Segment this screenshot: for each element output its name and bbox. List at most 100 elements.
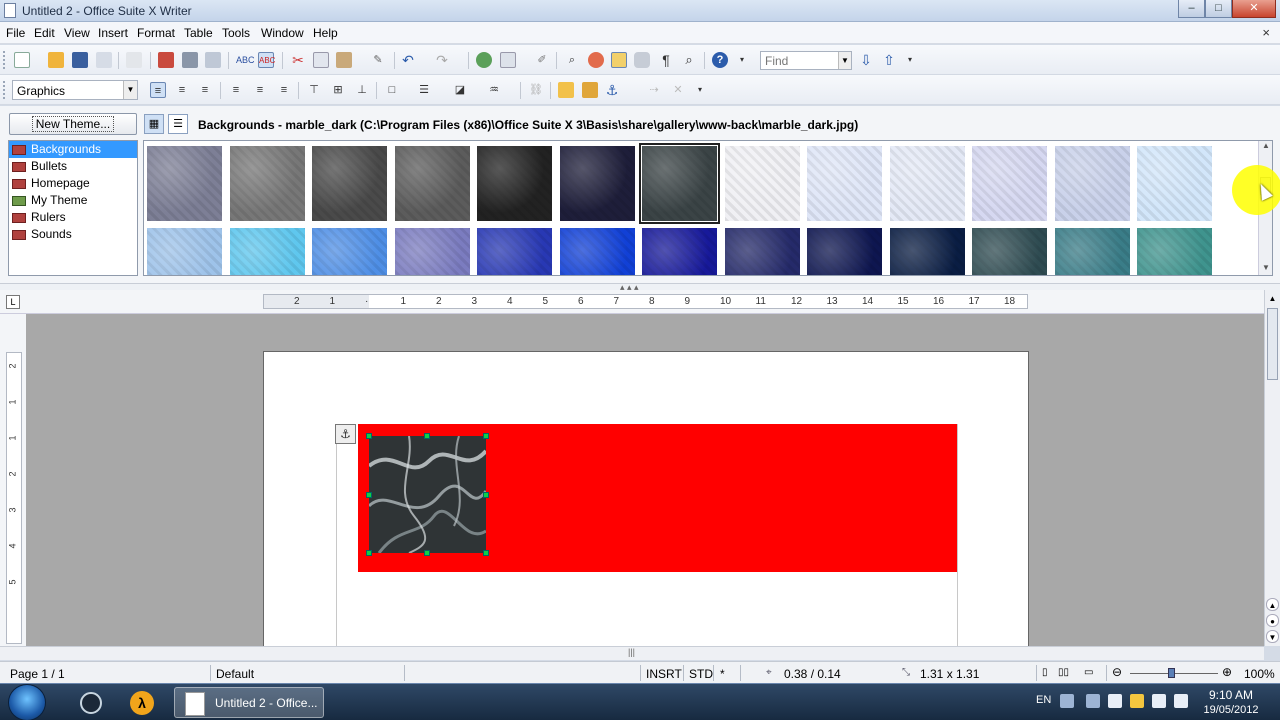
send-to-back-icon[interactable] bbox=[582, 82, 598, 98]
show-draw-functions-icon[interactable]: ✐ bbox=[534, 52, 550, 68]
new-document-icon[interactable] bbox=[14, 52, 30, 68]
navigator-icon[interactable] bbox=[588, 52, 604, 68]
find-previous-icon[interactable]: ⇧ bbox=[881, 52, 897, 68]
detailed-view-button[interactable]: ☰ bbox=[168, 114, 188, 134]
zoom-out-icon[interactable]: ⊖ bbox=[1112, 665, 1122, 679]
gallery-thumbnail[interactable] bbox=[1137, 228, 1212, 275]
taskbar-writer[interactable]: Untitled 2 - Office... bbox=[174, 687, 324, 718]
save-icon[interactable] bbox=[72, 52, 88, 68]
menu-file[interactable]: File bbox=[6, 26, 25, 40]
theme-item-rulers[interactable]: Rulers bbox=[9, 209, 137, 226]
resize-handle[interactable] bbox=[483, 492, 489, 498]
gallery-thumbnail[interactable] bbox=[147, 146, 222, 221]
gallery-thumbnail[interactable] bbox=[312, 228, 387, 275]
edit-file-icon[interactable] bbox=[126, 52, 142, 68]
maximize-button[interactable]: □ bbox=[1205, 0, 1232, 18]
align-bottom-icon[interactable]: ⊥ bbox=[354, 82, 370, 98]
gallery-thumbnail[interactable] bbox=[477, 146, 552, 221]
gallery-thumbnail[interactable] bbox=[807, 146, 882, 221]
clock-date[interactable]: 19/05/2012 bbox=[1196, 704, 1266, 716]
menu-edit[interactable]: Edit bbox=[34, 26, 55, 40]
data-sources-icon[interactable] bbox=[634, 52, 650, 68]
zoom-slider-knob[interactable] bbox=[1168, 668, 1175, 678]
single-page-view-icon[interactable]: ▯ bbox=[1042, 667, 1048, 678]
gallery-thumbnail[interactable] bbox=[394, 228, 470, 275]
document-canvas[interactable]: ⚓ bbox=[26, 314, 1264, 646]
scroll-down-icon[interactable]: ▼ bbox=[1259, 263, 1272, 275]
menu-insert[interactable]: Insert bbox=[98, 26, 128, 40]
formatting-marks-icon[interactable]: ¶ bbox=[658, 52, 674, 68]
toolbar-grip[interactable] bbox=[3, 51, 6, 69]
background-color-icon[interactable]: ♒ bbox=[486, 82, 502, 98]
gallery-thumbnail[interactable] bbox=[312, 146, 387, 221]
open-folder-icon[interactable] bbox=[48, 52, 64, 68]
gallery-thumbnail[interactable] bbox=[889, 228, 965, 275]
gallery-thumbnail[interactable] bbox=[147, 228, 222, 275]
align-top-icon[interactable]: ⊤ bbox=[306, 82, 322, 98]
menu-format[interactable]: Format bbox=[137, 26, 175, 40]
align-left-icon[interactable]: ≡ bbox=[228, 82, 244, 98]
resize-handle[interactable] bbox=[366, 550, 372, 556]
icon-view-button[interactable]: ▦ bbox=[144, 114, 164, 134]
resize-handle[interactable] bbox=[366, 433, 372, 439]
scroll-up-icon[interactable]: ▲ bbox=[1265, 294, 1280, 308]
menu-tools[interactable]: Tools bbox=[222, 26, 250, 40]
gallery-thumbnail[interactable] bbox=[724, 228, 800, 275]
menu-view[interactable]: View bbox=[64, 26, 90, 40]
insert-mode[interactable]: INSRT bbox=[646, 667, 682, 681]
align-right-icon[interactable]: ≡ bbox=[276, 82, 292, 98]
resize-handle[interactable] bbox=[424, 433, 430, 439]
gallery-thumbnail[interactable] bbox=[642, 228, 717, 275]
line-style-icon[interactable]: ☰ bbox=[416, 82, 432, 98]
gallery-thumbnail[interactable] bbox=[724, 146, 800, 221]
print-icon[interactable] bbox=[182, 52, 198, 68]
resize-handle[interactable] bbox=[483, 433, 489, 439]
copy-icon[interactable] bbox=[313, 52, 329, 68]
power-icon[interactable] bbox=[1130, 694, 1144, 708]
find-next-icon[interactable]: ⇩ bbox=[858, 52, 874, 68]
gallery-thumbnail[interactable] bbox=[559, 146, 635, 221]
close-button[interactable]: ✕ bbox=[1232, 0, 1276, 18]
horizontal-ruler[interactable]: 2 1 · 1 2 3 4 5 6 7 8 9 10 11 12 13 14 15 16 17 18 bbox=[263, 294, 1028, 309]
unlink-icon[interactable]: ✕ bbox=[670, 82, 686, 98]
start-button[interactable] bbox=[8, 684, 46, 720]
taskbar-steam[interactable] bbox=[66, 687, 118, 718]
gallery-thumbnail[interactable] bbox=[1054, 228, 1130, 275]
gallery-icon[interactable] bbox=[611, 52, 627, 68]
find-dropdown-icon[interactable]: ▼ bbox=[838, 52, 851, 69]
email-icon[interactable] bbox=[96, 52, 112, 68]
gallery-thumbnail[interactable] bbox=[229, 146, 305, 221]
print-preview-icon[interactable] bbox=[205, 52, 221, 68]
borders-icon[interactable]: □ bbox=[384, 82, 400, 98]
action-center-icon[interactable] bbox=[1108, 694, 1122, 708]
wrap-through-icon[interactable]: ≡ bbox=[197, 82, 213, 98]
theme-item-homepage[interactable]: Homepage bbox=[9, 175, 137, 192]
bring-to-front-icon[interactable] bbox=[558, 82, 574, 98]
gallery-thumbnail[interactable] bbox=[229, 228, 305, 275]
frame-toolbar-overflow-icon[interactable]: ▾ bbox=[696, 82, 704, 98]
page-style[interactable]: Default bbox=[216, 667, 254, 681]
border-color-icon[interactable]: ◪ bbox=[452, 82, 468, 98]
zoom-level[interactable]: 100% bbox=[1244, 667, 1275, 681]
marble-dark-image[interactable] bbox=[367, 435, 488, 554]
network-icon[interactable] bbox=[1152, 694, 1166, 708]
vertical-ruler[interactable]: 2 1 1 2 3 4 5 bbox=[6, 352, 22, 644]
book-view-icon[interactable]: ▭ bbox=[1084, 667, 1093, 678]
menu-window[interactable]: Window bbox=[261, 26, 304, 40]
style-select[interactable]: Graphics bbox=[12, 80, 138, 100]
gallery-thumbnail[interactable] bbox=[1137, 146, 1212, 221]
gallery-thumbnail[interactable] bbox=[972, 228, 1047, 275]
selection-mode[interactable]: STD bbox=[689, 667, 713, 681]
minimize-button[interactable]: – bbox=[1178, 0, 1205, 18]
resize-handle[interactable] bbox=[424, 550, 430, 556]
taskbar-half-life[interactable]: λ bbox=[120, 687, 172, 718]
scroll-up-icon[interactable]: ▲ bbox=[1259, 141, 1272, 153]
multi-page-view-icon[interactable]: ▯▯ bbox=[1058, 667, 1069, 678]
paste-icon[interactable] bbox=[336, 52, 352, 68]
clone-formatting-icon[interactable]: ✎ bbox=[370, 52, 386, 68]
clock-time[interactable]: 9:10 AM bbox=[1196, 688, 1266, 702]
cut-icon[interactable]: ✂ bbox=[290, 52, 306, 68]
toolbar-grip[interactable] bbox=[3, 81, 6, 99]
tab-type-icon[interactable]: L bbox=[6, 295, 20, 309]
anchor-icon[interactable]: ⚓ bbox=[604, 82, 620, 98]
